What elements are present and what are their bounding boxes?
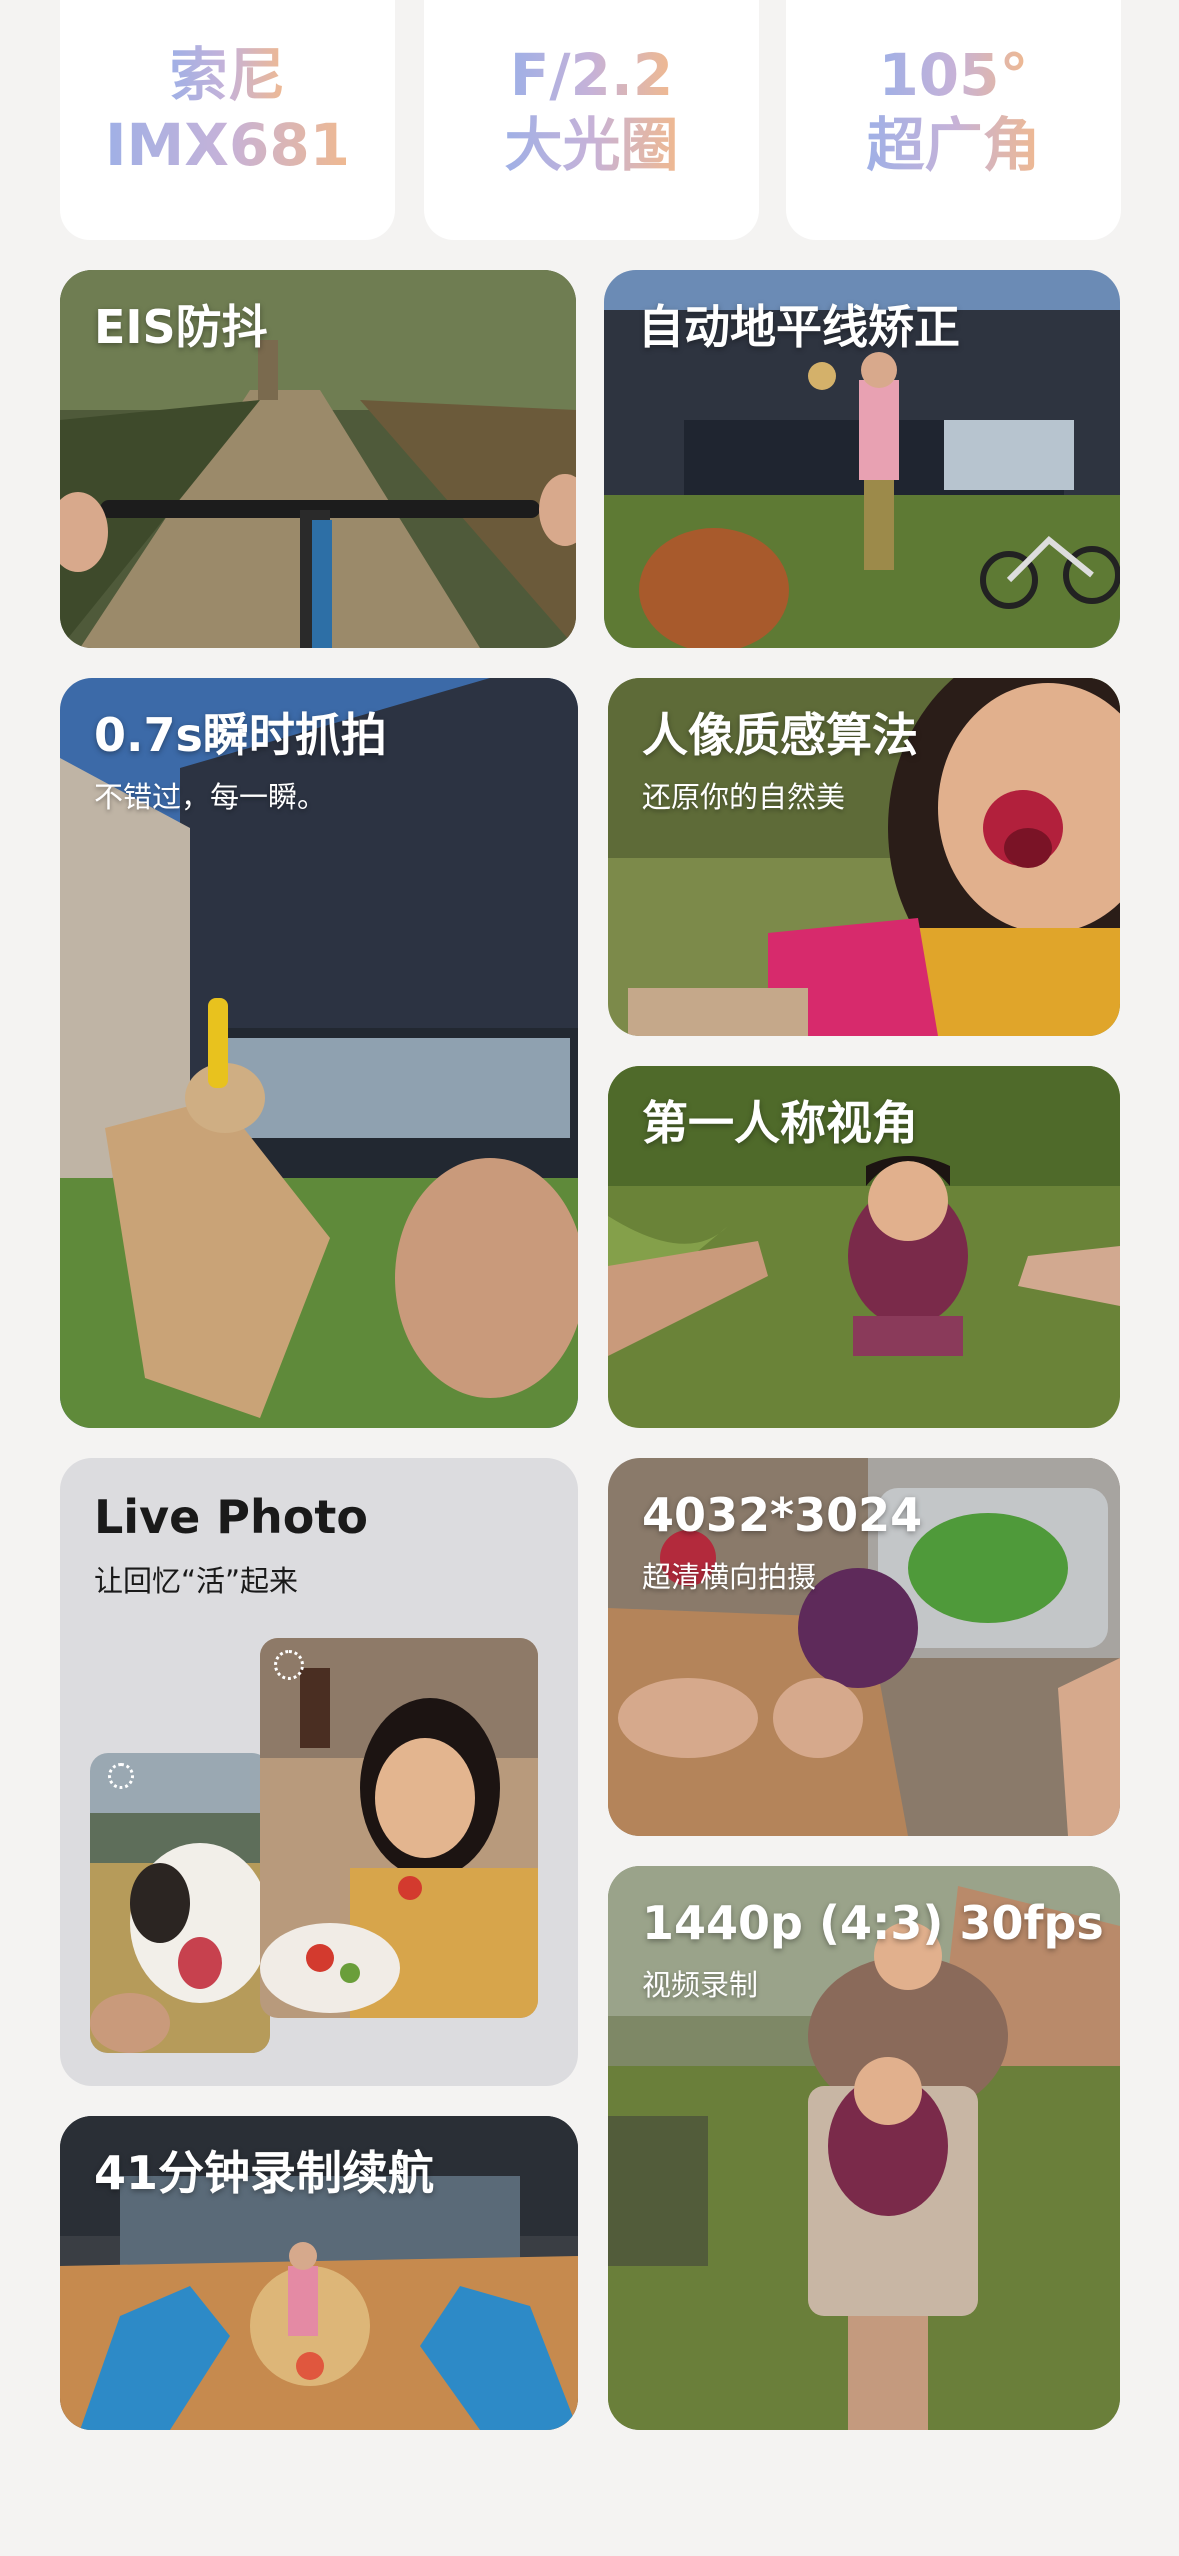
horizon-title: 自动地平线矫正 xyxy=(638,300,960,354)
spec-card-sensor: 索尼 IMX681 xyxy=(60,0,395,240)
portrait-subtitle: 还原你的自然美 xyxy=(642,780,846,814)
live-photo-icon-large xyxy=(274,1650,304,1680)
spec-sensor-line2: IMX681 xyxy=(104,111,351,179)
video-title: 1440p (4:3) 30fps xyxy=(642,1896,1104,1950)
spec-sensor-line1: 索尼 xyxy=(169,41,286,109)
live-photo-subtitle: 让回忆“活”起来 xyxy=(94,1564,299,1598)
live-photo-title: Live Photo xyxy=(94,1490,368,1544)
spec-card-fov: 105° 超广角 xyxy=(786,0,1121,240)
feature-card-live-photo[interactable]: Live Photo 让回忆“活”起来 xyxy=(60,1458,578,2086)
resolution-title: 4032*3024 xyxy=(642,1488,923,1542)
resolution-subtitle: 超清横向拍摄 xyxy=(642,1560,817,1594)
video-subtitle: 视频录制 xyxy=(642,1968,759,2002)
spec-fov-line2: 超广角 xyxy=(866,111,1041,179)
feature-card-first-person[interactable]: 第一人称视角 xyxy=(608,1066,1120,1428)
first-person-title: 第一人称视角 xyxy=(642,1096,918,1150)
feature-card-snap[interactable]: 0.7s瞬时抓拍 不错过，每一瞬。 xyxy=(60,678,578,1428)
spec-fov-line1: 105° xyxy=(878,41,1029,109)
battery-title: 41分钟录制续航 xyxy=(94,2146,435,2200)
spec-aperture-line1: F/2.2 xyxy=(509,41,674,109)
portrait-title: 人像质感算法 xyxy=(642,708,918,762)
snap-subtitle: 不错过，每一瞬。 xyxy=(94,780,327,814)
live-photo-icon-small xyxy=(108,1763,134,1789)
feature-card-eis[interactable]: EIS防抖 xyxy=(60,270,576,648)
feature-card-video[interactable]: 1440p (4:3) 30fps 视频录制 xyxy=(608,1866,1120,2430)
feature-card-resolution[interactable]: 4032*3024 超清横向拍摄 xyxy=(608,1458,1120,1836)
snap-title: 0.7s瞬时抓拍 xyxy=(94,708,387,762)
eis-title: EIS防抖 xyxy=(94,300,268,354)
live-photo-dog xyxy=(90,1753,270,2053)
spec-card-aperture: F/2.2 大光圈 xyxy=(424,0,759,240)
feature-card-horizon[interactable]: 自动地平线矫正 xyxy=(604,270,1120,648)
live-photo-portrait xyxy=(260,1638,538,2018)
feature-card-portrait[interactable]: 人像质感算法 还原你的自然美 xyxy=(608,678,1120,1036)
feature-card-battery[interactable]: 41分钟录制续航 xyxy=(60,2116,578,2430)
spec-aperture-line2: 大光圈 xyxy=(504,111,679,179)
